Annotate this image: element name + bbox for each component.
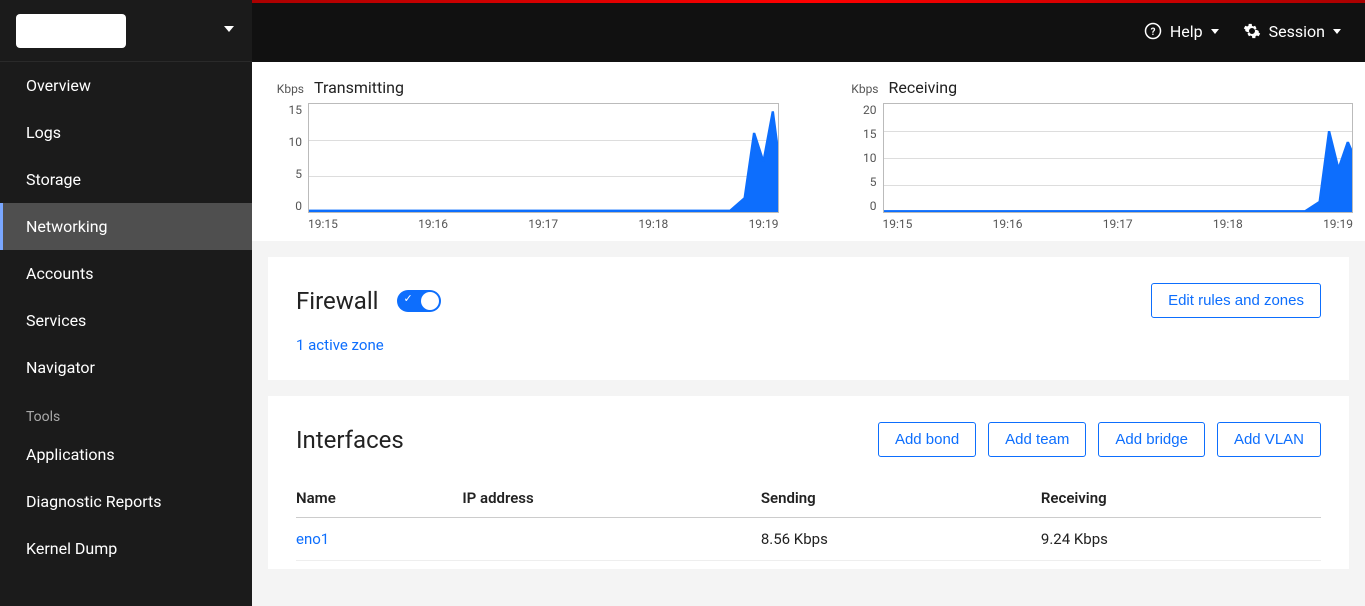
- brand-logo: [16, 14, 126, 48]
- x-axis: 19:15 19:16 19:17 19:18 19:19: [839, 213, 1354, 231]
- sidebar-item-services[interactable]: Services: [0, 297, 252, 344]
- firewall-title: Firewall: [296, 287, 379, 315]
- sidebar-item-storage[interactable]: Storage: [0, 156, 252, 203]
- topbar: ? Help Session: [252, 0, 1365, 62]
- y-axis: 15 10 5 0: [264, 103, 308, 213]
- add-bridge-button[interactable]: Add bridge: [1098, 422, 1205, 457]
- x-axis: 19:15 19:16 19:17 19:18 19:19: [264, 213, 779, 231]
- content-area: Kbps Transmitting 15 10 5 0 19:15 19:16 19:17…: [252, 62, 1365, 606]
- x-tick: 19:15: [883, 217, 913, 231]
- sidebar: OverviewLogsStorageNetworkingAccountsSer…: [0, 0, 252, 606]
- firewall-toggle[interactable]: [397, 290, 441, 312]
- y-tick: 15: [863, 127, 877, 141]
- firewall-card: Firewall Edit rules and zones 1 active z…: [268, 257, 1349, 380]
- sidebar-item-kernel-dump[interactable]: Kernel Dump: [0, 525, 252, 572]
- sidebar-item-networking[interactable]: Networking: [0, 203, 252, 250]
- column-header: IP address: [462, 479, 760, 518]
- sidebar-item-accounts[interactable]: Accounts: [0, 250, 252, 297]
- add-team-button[interactable]: Add team: [988, 422, 1086, 457]
- column-header: Name: [296, 479, 462, 518]
- x-tick: 19:18: [1213, 217, 1243, 231]
- x-tick: 19:15: [308, 217, 338, 231]
- chart-transmitting: Kbps Transmitting 15 10 5 0 19:15 19:16 19:17…: [264, 78, 779, 231]
- chart-plot: [308, 103, 779, 213]
- y-tick: 10: [863, 151, 877, 165]
- sidebar-item-applications[interactable]: Applications: [0, 431, 252, 478]
- column-header: Sending: [761, 479, 1041, 518]
- sidebar-item-logs[interactable]: Logs: [0, 109, 252, 156]
- cell-ip: [462, 518, 760, 561]
- sidebar-item-overview[interactable]: Overview: [0, 62, 252, 109]
- gear-icon: [1243, 22, 1261, 40]
- active-zone-link[interactable]: 1 active zone: [296, 336, 384, 354]
- chevron-down-icon: [1211, 29, 1219, 34]
- chart-plot: [883, 103, 1354, 213]
- help-label: Help: [1170, 22, 1203, 41]
- x-tick: 19:16: [418, 217, 448, 231]
- y-tick: 20: [863, 103, 877, 117]
- x-tick: 19:16: [993, 217, 1023, 231]
- help-icon: ?: [1144, 22, 1162, 40]
- chart-unit: Kbps: [839, 82, 879, 96]
- add-bond-button[interactable]: Add bond: [878, 422, 976, 457]
- charts-row: Kbps Transmitting 15 10 5 0 19:15 19:16 19:17…: [252, 62, 1365, 241]
- session-menu[interactable]: Session: [1243, 22, 1341, 41]
- x-tick: 19:17: [528, 217, 558, 231]
- host-switcher[interactable]: [0, 0, 252, 62]
- chart-title: Receiving: [889, 78, 958, 97]
- chart-title: Transmitting: [314, 78, 404, 97]
- interfaces-card: Interfaces Add bond Add team Add bridge Add…: [268, 396, 1349, 569]
- y-tick: 15: [289, 103, 303, 117]
- x-tick: 19:19: [1323, 217, 1353, 231]
- column-header: Receiving: [1041, 479, 1321, 518]
- interfaces-title: Interfaces: [296, 426, 404, 454]
- x-tick: 19:18: [638, 217, 668, 231]
- y-tick: 0: [870, 199, 877, 213]
- help-menu[interactable]: ? Help: [1144, 22, 1219, 41]
- y-tick: 5: [295, 167, 302, 181]
- y-tick: 5: [870, 175, 877, 189]
- session-label: Session: [1269, 22, 1325, 41]
- chart-receiving: Kbps Receiving 20151050 19:1519:1619:171…: [839, 78, 1354, 231]
- cell-receiving: 9.24 Kbps: [1041, 518, 1321, 561]
- cell-sending: 8.56 Kbps: [761, 518, 1041, 561]
- x-tick: 19:19: [749, 217, 779, 231]
- y-axis: 20 15 10 5 0: [839, 103, 883, 213]
- y-tick: 0: [295, 199, 302, 213]
- sidebar-section-tools: Tools: [0, 391, 252, 431]
- chevron-down-icon: [1333, 29, 1341, 34]
- add-vlan-button[interactable]: Add VLAN: [1217, 422, 1321, 457]
- sidebar-item-diagnostic-reports[interactable]: Diagnostic Reports: [0, 478, 252, 525]
- sidebar-item-navigator[interactable]: Navigator: [0, 344, 252, 391]
- interfaces-table: NameIP addressSendingReceiving eno1 8.56 …: [296, 479, 1321, 561]
- y-tick: 10: [289, 135, 303, 149]
- table-row[interactable]: eno1 8.56 Kbps9.24 Kbps: [296, 518, 1321, 561]
- edit-rules-button[interactable]: Edit rules and zones: [1151, 283, 1321, 318]
- cell-name[interactable]: eno1: [296, 518, 462, 561]
- chart-unit: Kbps: [264, 82, 304, 96]
- chevron-down-icon: [224, 26, 234, 32]
- svg-text:?: ?: [1150, 27, 1155, 38]
- x-tick: 19:17: [1103, 217, 1133, 231]
